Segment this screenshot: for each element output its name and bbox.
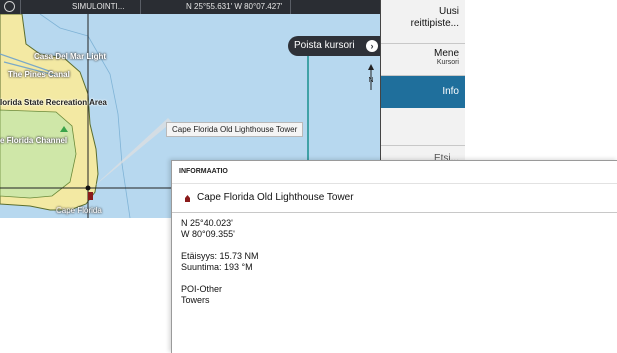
dialog-title: INFORMAATIO bbox=[179, 168, 228, 175]
park-area bbox=[0, 109, 77, 199]
map-label: Casa Del Mar Light bbox=[34, 52, 107, 61]
poi-latitude: N 25°40.023' bbox=[181, 218, 233, 228]
map-label: The Pines Canal bbox=[8, 70, 70, 79]
poi-distance: Etäisyys: 15.73 NM bbox=[181, 251, 259, 261]
lighthouse-icon bbox=[185, 195, 190, 202]
menu-new-waypoint-line1: Uusi bbox=[438, 6, 459, 17]
map-label: e Florida Channel bbox=[0, 136, 68, 145]
menu-goto-sublabel: Kursori bbox=[436, 59, 459, 66]
info-dialog: INFORMAATIO Cape Florida Old Lighthouse … bbox=[171, 160, 617, 353]
poi-header: Cape Florida Old Lighthouse Tower bbox=[172, 183, 617, 213]
tooltip-pointer bbox=[92, 118, 172, 188]
poi-subcategory: Towers bbox=[181, 295, 210, 305]
cursor-icon bbox=[85, 185, 91, 191]
poi-bearing: Suuntima: 193 °M bbox=[181, 262, 253, 272]
menu-new-waypoint[interactable]: Uusi reittipiste... bbox=[381, 6, 465, 44]
poi-details: N 25°40.023' W 80°09.355' Etäisyys: 15.7… bbox=[181, 218, 259, 306]
map-label: lorida State Recreation Area bbox=[0, 98, 107, 107]
cursor-position: N 25°55.631' W 80°07.427' bbox=[186, 2, 283, 11]
poi-category: POI-Other bbox=[181, 284, 223, 294]
remove-cursor-label: Poista kursori bbox=[294, 40, 355, 51]
north-arrow-icon: N bbox=[366, 64, 376, 90]
globe-icon[interactable] bbox=[4, 1, 15, 12]
simulation-status: SIMULOINTI... bbox=[72, 2, 125, 11]
menu-info[interactable]: Info bbox=[381, 76, 465, 108]
remove-cursor-button[interactable]: Poista kursori › bbox=[288, 36, 380, 56]
status-divider bbox=[20, 0, 21, 14]
menu-goto-label: Mene bbox=[433, 48, 459, 59]
status-divider bbox=[140, 0, 141, 14]
menu-new-waypoint-line2: reittipiste... bbox=[410, 18, 459, 29]
lighthouse-poi-icon[interactable] bbox=[88, 192, 93, 200]
status-divider bbox=[290, 0, 291, 14]
north-label: N bbox=[368, 77, 373, 84]
map-label: Cape Florida bbox=[56, 206, 102, 215]
poi-tooltip: Cape Florida Old Lighthouse Tower bbox=[166, 122, 304, 137]
menu-goto-cursor[interactable]: Mene Kursori bbox=[381, 44, 465, 76]
poi-name: Cape Florida Old Lighthouse Tower bbox=[197, 192, 354, 203]
poi-longitude: W 80°09.355' bbox=[181, 229, 235, 239]
chevron-right-icon: › bbox=[366, 40, 378, 52]
